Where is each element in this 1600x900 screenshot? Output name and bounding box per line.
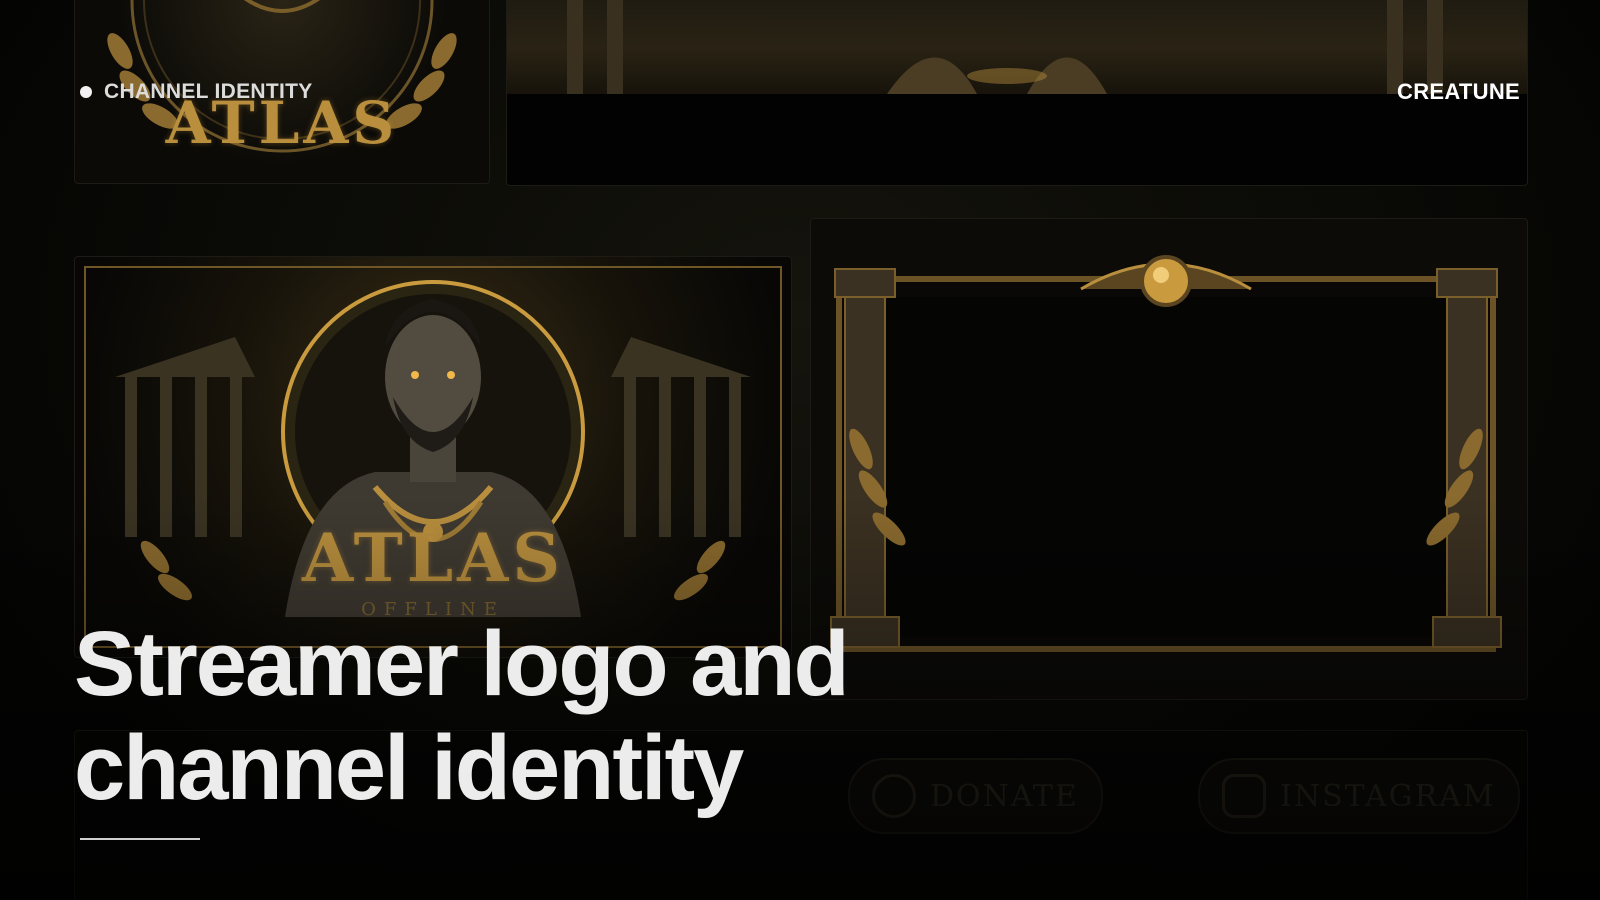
- headline-line-1: Streamer logo and: [74, 613, 850, 715]
- headline-line-2: channel identity: [74, 717, 744, 819]
- instagram-panel-button: INSTAGRAM: [1198, 758, 1520, 834]
- offline-title: ATLAS: [302, 519, 564, 597]
- offline-screen-card: ATLAS OFFLINE: [74, 256, 792, 658]
- instagram-label: INSTAGRAM: [1280, 778, 1496, 814]
- donate-icon: [872, 774, 916, 818]
- title-underline: [80, 838, 200, 840]
- brand-name: CREATUNE: [1397, 79, 1520, 104]
- donate-label: DONATE: [930, 778, 1079, 814]
- bullet-dot-icon: [80, 86, 92, 98]
- section-label-text: CHANNEL IDENTITY: [104, 80, 313, 103]
- webcam-frame-card: [810, 218, 1528, 700]
- banner-artwork: [507, 0, 1527, 94]
- donate-panel-button: DONATE: [848, 758, 1103, 834]
- temple-columns-icon: [567, 0, 1443, 94]
- channel-banner-card: [506, 0, 1528, 186]
- section-label: CHANNEL IDENTITY: [80, 80, 313, 104]
- atlas-character-illustration: [84, 266, 782, 648]
- page-title: Streamer logo and channel identity: [74, 612, 850, 820]
- portfolio-slide: ATLAS ATLAS OFFLINE DONATE INSTAGRAM CHA…: [0, 0, 1600, 900]
- webcam-frame-artwork: [830, 255, 1502, 652]
- instagram-icon: [1222, 774, 1266, 818]
